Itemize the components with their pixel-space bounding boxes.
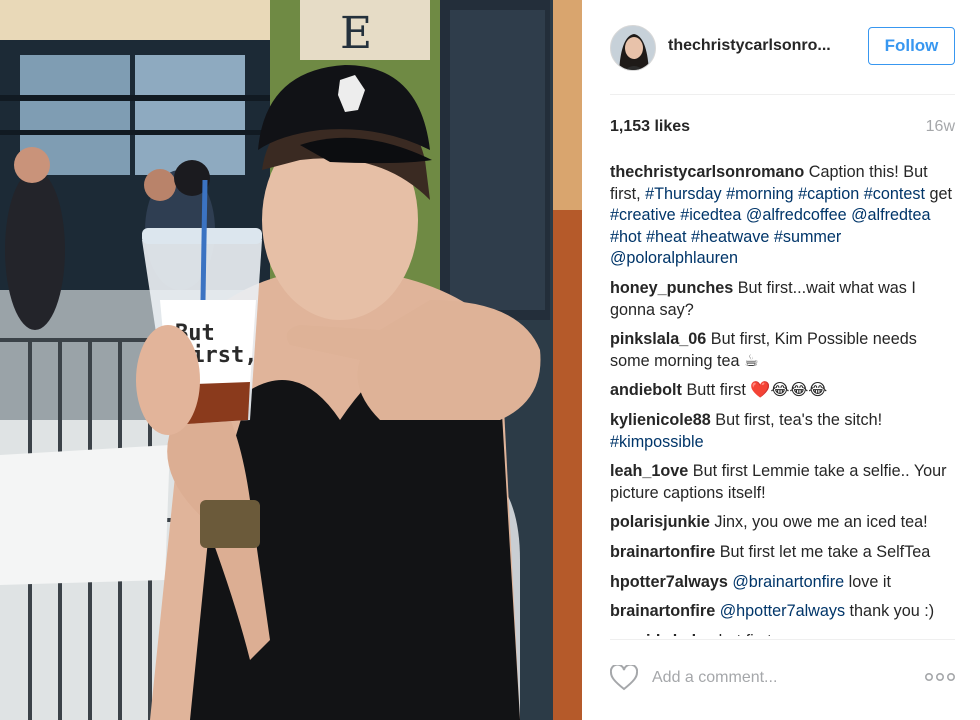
comment-hashtag-link[interactable]: #caption — [798, 185, 859, 203]
comment-username[interactable]: brainartonfire — [610, 543, 715, 561]
footer-divider — [610, 639, 955, 640]
follow-button[interactable]: Follow — [868, 27, 955, 65]
comment-hashtag-link[interactable]: #icedtea — [680, 206, 741, 224]
comment-hashtag-link[interactable]: #hot — [610, 228, 642, 246]
comment-username[interactable]: honey_punches — [610, 279, 733, 297]
post-photo[interactable]: E But first, — [0, 0, 582, 720]
comment-item: andiebolt Butt first ❤️😂😂😂 — [610, 380, 956, 402]
comment-username[interactable]: kylienicole88 — [610, 411, 711, 429]
avatar[interactable] — [610, 25, 656, 71]
comment-hashtag-link[interactable]: @hpotter7always — [715, 602, 845, 620]
comment-hashtag-link[interactable]: #contest — [864, 185, 925, 203]
comment-item: kylienicole88 But first, tea's the sitch… — [610, 410, 956, 453]
comment-username[interactable]: hpotter7always — [610, 573, 728, 591]
comment-username[interactable]: thechristycarlsonromano — [610, 163, 804, 181]
comment-item: leah_1ove But first Lemmie take a selfie… — [610, 461, 956, 504]
comment-text: Jinx, you owe me an iced tea! — [709, 513, 928, 532]
comment-text: But first let me take a SelfTea — [715, 542, 931, 561]
comment-hashtag-link[interactable]: #creative — [610, 206, 676, 224]
comment-hashtag-link[interactable]: #heatwave — [691, 228, 769, 246]
comment-username[interactable]: brainartonfire — [610, 602, 715, 620]
post-stats: 1,153 likes 16w — [610, 118, 955, 140]
comment-username[interactable]: leah_1ove — [610, 462, 688, 480]
comment-hashtag-link[interactable]: #Thursday — [645, 185, 721, 203]
comment-hashtag-link[interactable]: @brainartonfire — [728, 573, 844, 591]
comment-item: polarisjunkie Jinx, you owe me an iced t… — [610, 512, 956, 534]
comment-username[interactable]: andiebolt — [610, 381, 682, 399]
avatar-image — [611, 26, 655, 70]
comment-item: brainartonfire But first let me take a S… — [610, 542, 956, 564]
comment-text: But first, tea's the sitch! — [710, 410, 883, 429]
heart-outline-icon[interactable] — [610, 665, 638, 691]
more-options-icon[interactable] — [924, 670, 956, 684]
likes-count[interactable]: 1,153 likes — [610, 118, 690, 136]
comment-hashtag-link[interactable]: @poloralphlauren — [610, 249, 738, 267]
comment-bar — [582, 655, 980, 705]
photo-illustration: E But first, — [0, 0, 582, 720]
comment-text: Butt first ❤️😂😂😂 — [681, 381, 828, 400]
comment-hashtag-link[interactable]: @alfredtea — [851, 206, 930, 224]
comments-list[interactable]: thechristycarlsonromano Caption this! Bu… — [610, 162, 956, 636]
svg-text:E: E — [340, 8, 372, 59]
comment-hashtag-link[interactable]: #kimpossible — [610, 433, 704, 451]
comment-username[interactable]: cassidy.haley — [610, 632, 714, 636]
comment-hashtag-link[interactable]: #summer — [774, 228, 841, 246]
comment-text: thank you :) — [845, 602, 935, 621]
comment-hashtag-link[interactable]: #heat — [646, 228, 687, 246]
comment-text: but first... — [714, 632, 786, 636]
comment-username[interactable]: pinkslala_06 — [610, 330, 706, 348]
comment-item: pinkslala_06 But first, Kim Possible nee… — [610, 329, 956, 372]
post-sidebar: thechristycarlsonro... Follow 1,153 like… — [582, 0, 980, 720]
comment-item: brainartonfire @hpotter7always thank you… — [610, 601, 956, 623]
comment-item: thechristycarlsonromano Caption this! Bu… — [610, 162, 956, 270]
comment-item: honey_punches But first...wait what was … — [610, 278, 956, 321]
comment-text: get — [924, 184, 952, 203]
comment-hashtag-link[interactable]: @alfredcoffee — [746, 206, 847, 224]
comment-hashtag-link[interactable]: #morning — [726, 185, 794, 203]
comment-item: hpotter7always @brainartonfire love it — [610, 572, 956, 594]
comment-text: love it — [844, 572, 891, 591]
comment-username[interactable]: polarisjunkie — [610, 513, 710, 531]
post-header: thechristycarlsonro... Follow — [582, 0, 980, 95]
post-age[interactable]: 16w — [926, 118, 955, 136]
post-username[interactable]: thechristycarlsonro... — [668, 37, 831, 55]
comment-item: cassidy.haley but first... — [610, 631, 956, 636]
header-divider — [610, 94, 955, 95]
add-comment-input[interactable] — [652, 665, 912, 691]
